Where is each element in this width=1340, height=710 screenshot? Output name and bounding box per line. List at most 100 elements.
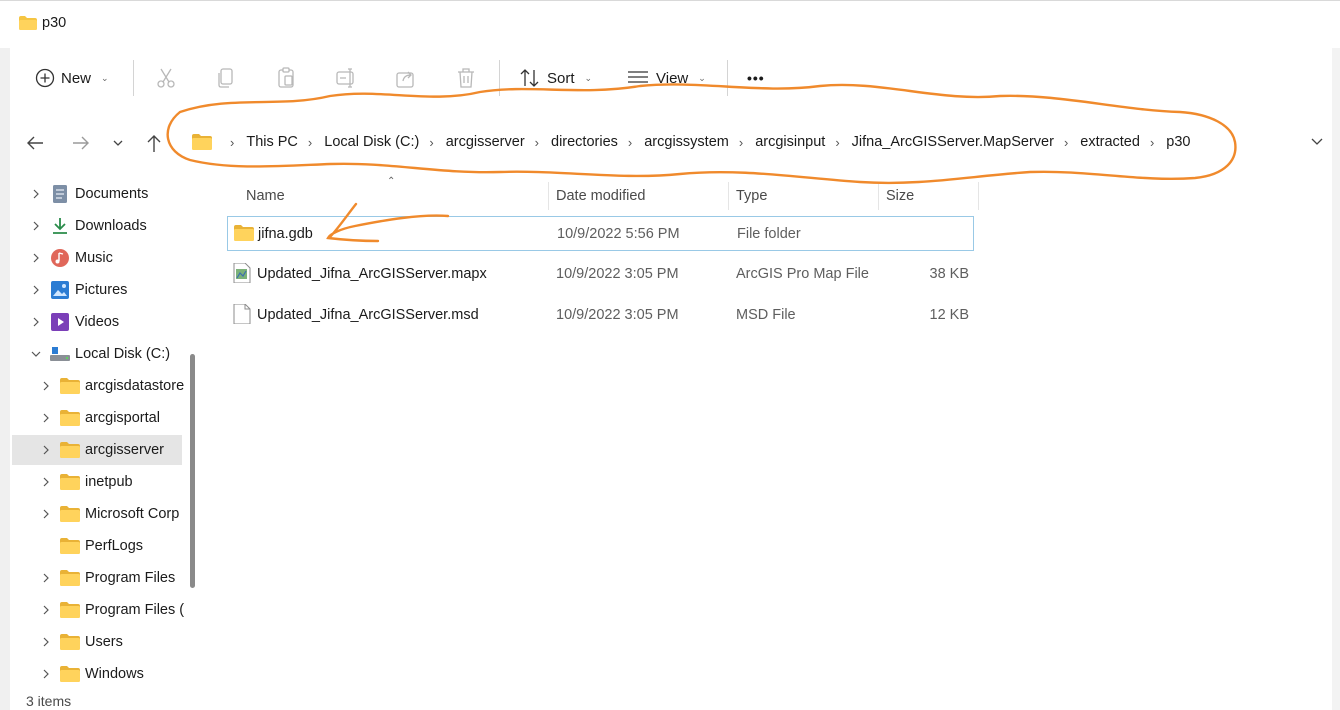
column-divider[interactable] xyxy=(728,182,729,210)
breadcrumb-separator-icon: › xyxy=(1149,134,1155,150)
view-button[interactable]: View ⌄ xyxy=(626,66,706,90)
copy-icon[interactable] xyxy=(214,66,238,90)
window-left-edge xyxy=(0,0,10,710)
sidebar-item-label: arcgisportal xyxy=(85,410,160,426)
sidebar-item-folder[interactable]: PerfLogs xyxy=(10,531,204,561)
address-history-chevron-icon[interactable] xyxy=(1310,134,1324,148)
sidebar-item-folder[interactable]: Users xyxy=(10,627,204,657)
sidebar-item-videos[interactable]: Videos xyxy=(10,307,204,337)
breadcrumb-item[interactable]: arcgisinput xyxy=(755,134,825,150)
sort-button[interactable]: Sort ⌄ xyxy=(519,66,592,90)
sidebar-item-pictures[interactable]: Pictures xyxy=(10,275,204,305)
paste-icon[interactable] xyxy=(274,66,298,90)
chevron-right-icon[interactable] xyxy=(40,444,52,456)
title-bar: p30 xyxy=(0,0,1340,48)
file-name: Updated_Jifna_ArcGISServer.mapx xyxy=(257,266,487,282)
breadcrumb-item[interactable]: directories xyxy=(551,134,618,150)
new-label: New xyxy=(61,69,92,87)
folder-icon xyxy=(60,570,80,586)
chevron-right-icon[interactable] xyxy=(40,572,52,584)
sidebar-item-folder[interactable]: arcgisdatastore xyxy=(10,371,204,401)
chevron-right-icon[interactable] xyxy=(40,636,52,648)
title-bar-top-border xyxy=(0,0,1340,6)
sidebar-item-folder[interactable]: Program Files xyxy=(10,563,204,593)
new-button[interactable]: New ⌄ xyxy=(35,66,109,90)
sidebar-item-folder-selected[interactable]: arcgisserver xyxy=(12,435,182,465)
file-size: 38 KB xyxy=(929,266,970,282)
file-row[interactable]: Updated_Jifna_ArcGISServer.msd 10/9/2022… xyxy=(227,298,974,333)
folder-icon xyxy=(60,634,80,650)
column-divider[interactable] xyxy=(548,182,549,210)
chevron-right-icon[interactable] xyxy=(30,252,42,264)
sidebar-item-local-disk[interactable]: Local Disk (C:) xyxy=(10,339,204,369)
chevron-right-icon[interactable] xyxy=(40,380,52,392)
breadcrumb-item[interactable]: arcgissystem xyxy=(644,134,729,150)
file-row[interactable]: Updated_Jifna_ArcGISServer.mapx 10/9/202… xyxy=(227,257,974,292)
breadcrumb-separator-icon: › xyxy=(1063,134,1069,150)
chevron-right-icon[interactable] xyxy=(40,412,52,424)
chevron-right-icon[interactable] xyxy=(30,220,42,232)
folder-icon xyxy=(60,410,80,426)
breadcrumb-item[interactable]: Jifna_ArcGISServer.MapServer xyxy=(852,134,1054,150)
breadcrumb-separator-icon: › xyxy=(429,134,434,150)
chevron-right-icon[interactable] xyxy=(40,508,52,520)
column-header-type[interactable]: Type xyxy=(736,182,767,210)
folder-icon xyxy=(234,225,254,241)
sidebar-item-label: Program Files ( xyxy=(85,602,185,618)
more-options-button[interactable]: ••• xyxy=(747,66,765,90)
videos-icon xyxy=(51,313,69,331)
breadcrumb-item-current[interactable]: p30 xyxy=(1166,134,1190,150)
file-row[interactable]: jifna.gdb 10/9/2022 5:56 PM File folder xyxy=(227,216,974,251)
drive-icon xyxy=(50,347,70,361)
breadcrumb-item[interactable]: arcgisserver xyxy=(446,134,525,150)
chevron-down-icon: ⌄ xyxy=(584,72,593,83)
sidebar-item-folder[interactable]: Windows xyxy=(10,659,204,689)
sidebar-item-folder[interactable]: arcgisportal xyxy=(10,403,204,433)
sidebar-item-downloads[interactable]: Downloads xyxy=(10,211,204,241)
breadcrumb-item[interactable]: This PC xyxy=(246,134,298,150)
back-arrow-icon[interactable] xyxy=(24,132,46,154)
column-header-name[interactable]: Name xyxy=(246,182,285,210)
sidebar-item-documents[interactable]: Documents xyxy=(10,179,204,209)
navigation-pane: Documents Downloads Music Pictures Video… xyxy=(10,178,204,689)
column-divider[interactable] xyxy=(878,182,879,210)
sidebar-item-folder[interactable]: Microsoft Corp xyxy=(10,499,204,529)
chevron-right-icon[interactable] xyxy=(40,604,52,616)
column-divider[interactable] xyxy=(978,182,979,210)
sidebar-item-label: Documents xyxy=(75,186,149,202)
delete-icon[interactable] xyxy=(454,66,478,90)
column-header-size[interactable]: Size xyxy=(886,182,914,210)
sidebar-item-label: Windows xyxy=(85,666,144,682)
sidebar-item-label: Microsoft Corp xyxy=(85,506,180,522)
recent-locations-chevron-icon[interactable] xyxy=(110,132,126,154)
folder-icon xyxy=(60,378,80,394)
folder-icon xyxy=(19,16,37,30)
sidebar-item-folder[interactable]: Program Files ( xyxy=(10,595,204,625)
breadcrumb-separator-icon: › xyxy=(835,134,840,150)
column-header-label: Date modified xyxy=(556,188,646,204)
sidebar-item-label: arcgisdatastore xyxy=(85,378,185,394)
command-bar: New ⌄ Sort ⌄ View ⌄ ••• xyxy=(10,48,1332,106)
sidebar-item-music[interactable]: Music xyxy=(10,243,204,273)
forward-arrow-icon[interactable] xyxy=(70,132,92,154)
rename-icon[interactable] xyxy=(334,66,358,90)
share-icon[interactable] xyxy=(394,66,418,90)
chevron-right-icon[interactable] xyxy=(40,476,52,488)
sidebar-item-folder[interactable]: inetpub xyxy=(10,467,204,497)
sidebar-item-label: Videos xyxy=(75,314,120,330)
sidebar-scrollbar-thumb[interactable] xyxy=(190,354,195,588)
up-arrow-icon[interactable] xyxy=(143,132,165,154)
chevron-right-icon[interactable] xyxy=(30,316,42,328)
file-name: jifna.gdb xyxy=(258,226,313,242)
column-header-date-modified[interactable]: Date modified xyxy=(556,182,645,210)
file-date-modified: 10/9/2022 5:56 PM xyxy=(557,226,680,242)
cut-icon[interactable] xyxy=(154,66,178,90)
breadcrumb-item[interactable]: extracted xyxy=(1080,134,1140,150)
chevron-down-icon[interactable] xyxy=(30,348,42,360)
chevron-right-icon[interactable] xyxy=(40,668,52,680)
breadcrumb-item[interactable]: Local Disk (C:) xyxy=(324,134,419,150)
breadcrumb-separator-icon: › xyxy=(627,134,633,150)
address-bar[interactable]: › This PC › Local Disk (C:) › arcgisserv… xyxy=(182,122,1332,162)
chevron-right-icon[interactable] xyxy=(30,284,42,296)
chevron-right-icon[interactable] xyxy=(30,188,42,200)
